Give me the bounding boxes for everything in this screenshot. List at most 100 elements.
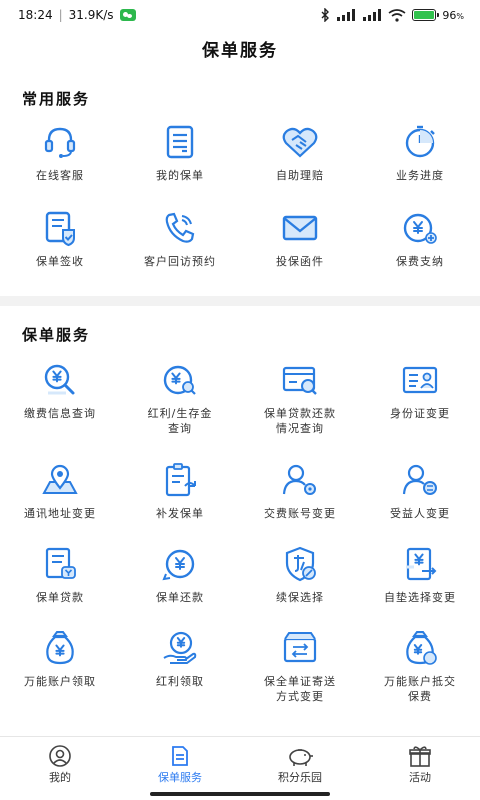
status-left: 18:24 | 31.9K/s <box>18 8 136 22</box>
mail-box-icon <box>283 632 317 663</box>
section-divider <box>0 296 480 306</box>
service-item[interactable]: 我的保单 <box>120 122 240 183</box>
reissue-document-icon <box>165 463 196 497</box>
battery-icon <box>412 9 440 21</box>
bluetooth-icon <box>321 8 330 22</box>
user-gear-icon <box>282 464 316 495</box>
service-item[interactable]: 保单还款 <box>120 544 240 605</box>
tab-mine[interactable]: 我的 <box>0 737 120 786</box>
yen-switch-icon <box>406 547 437 581</box>
phone-call-icon <box>165 212 195 243</box>
gift-icon <box>409 746 431 767</box>
yen-return-icon <box>162 549 195 581</box>
service-item[interactable]: 保全单证寄送 方式变更 <box>240 628 360 704</box>
id-card-icon <box>402 366 438 394</box>
renewal-shield-icon <box>285 546 316 582</box>
wifi-icon <box>388 8 406 22</box>
user-swap-icon <box>402 464 437 495</box>
policy-document-icon <box>166 125 194 159</box>
service-item-label: 保费支纳 <box>396 255 444 268</box>
service-item-label: 自垫选择变更 <box>384 591 456 604</box>
service-item[interactable]: 自助理赔 <box>240 122 360 183</box>
headset-icon <box>44 127 76 158</box>
service-item-label: 红利领取 <box>156 675 204 688</box>
service-item[interactable]: 通讯地址变更 <box>0 460 120 521</box>
section-title-policy: 保单服务 <box>22 326 91 344</box>
service-item-label: 缴费信息查询 <box>24 407 96 420</box>
service-item-label: 受益人变更 <box>390 507 450 520</box>
service-item[interactable]: 投保函件 <box>240 208 360 269</box>
service-item[interactable]: 交费账号变更 <box>240 460 360 521</box>
page-title: 保单服务 <box>202 41 278 61</box>
service-item[interactable]: 红利领取 <box>120 628 240 689</box>
service-item-label: 自助理赔 <box>276 169 324 182</box>
service-item[interactable]: 业务进度 <box>360 122 480 183</box>
service-item[interactable]: 万能账户领取 <box>0 628 120 689</box>
service-item-label: 保单贷款 <box>36 591 84 604</box>
wechat-notification-icon <box>119 9 136 21</box>
service-item-label: 保单贷款还款 情况查询 <box>264 407 336 435</box>
section-title-common: 常用服务 <box>22 90 91 108</box>
service-item-label: 业务进度 <box>396 169 444 182</box>
service-item-label: 投保函件 <box>276 255 324 268</box>
service-item[interactable]: 客户回访预约 <box>120 208 240 269</box>
money-bag-offset-icon <box>406 631 437 665</box>
battery-percent-unit: % <box>456 11 464 21</box>
yen-plus-icon <box>403 213 437 244</box>
card-search-icon <box>282 366 317 395</box>
profile-icon <box>49 745 71 767</box>
service-item-label: 通讯地址变更 <box>24 507 96 520</box>
piggy-bank-icon <box>289 749 313 766</box>
service-item[interactable]: 保费支纳 <box>360 208 480 269</box>
service-item[interactable]: 保单贷款 <box>0 544 120 605</box>
battery-percent: 96% <box>442 9 464 22</box>
envelope-icon <box>282 215 318 241</box>
policy-tab-icon <box>172 746 188 766</box>
service-item-label: 我的保单 <box>156 169 204 182</box>
status-bar: 18:24 | 31.9K/s 96% <box>0 0 480 30</box>
service-item-label: 保全单证寄送 方式变更 <box>264 675 336 703</box>
tab-label-mine: 我的 <box>49 771 71 784</box>
service-item[interactable]: 补发保单 <box>120 460 240 521</box>
service-item[interactable]: 保单签收 <box>0 208 120 269</box>
handshake-heart-icon <box>282 127 318 158</box>
yen-magnifier-icon <box>163 365 196 395</box>
service-item-label: 万能账户抵交 保费 <box>384 675 456 703</box>
signal-icon-1 <box>337 9 356 21</box>
service-item[interactable]: 缴费信息查询 <box>0 360 120 421</box>
loan-document-icon <box>45 547 76 579</box>
service-item-label: 客户回访预约 <box>144 255 216 268</box>
service-item-label: 万能账户领取 <box>24 675 96 688</box>
timer-icon <box>405 125 435 158</box>
status-time: 18:24 <box>18 8 53 22</box>
service-item-label: 红利/生存金 查询 <box>147 407 213 435</box>
service-item[interactable]: 保单贷款还款 情况查询 <box>240 360 360 436</box>
service-item[interactable]: 在线客服 <box>0 122 120 183</box>
battery-fill <box>414 11 435 19</box>
tab-points-park[interactable]: 积分乐园 <box>240 737 360 786</box>
tab-activity[interactable]: 活动 <box>360 737 480 786</box>
status-separator: | <box>58 8 63 22</box>
map-pin-icon <box>42 464 78 494</box>
tab-label-points-park: 积分乐园 <box>278 771 322 784</box>
battery-percent-value: 96 <box>442 8 457 22</box>
tab-policy-service[interactable]: 保单服务 <box>120 737 240 786</box>
service-item[interactable]: 红利/生存金 查询 <box>120 360 240 436</box>
yen-search-icon <box>44 364 75 395</box>
signed-policy-icon <box>45 211 75 247</box>
money-bag-icon <box>46 631 74 665</box>
service-item[interactable]: 受益人变更 <box>360 460 480 521</box>
network-speed: 31.9K/s <box>68 8 114 22</box>
service-item[interactable]: 续保选择 <box>240 544 360 605</box>
home-indicator <box>150 792 330 796</box>
service-item[interactable]: 身份证变更 <box>360 360 480 421</box>
service-item[interactable]: 万能账户抵交 保费 <box>360 628 480 704</box>
service-item-label: 在线客服 <box>36 169 84 182</box>
service-item-label: 续保选择 <box>276 591 324 604</box>
service-item-label: 保单还款 <box>156 591 204 604</box>
tab-label-activity: 活动 <box>409 771 431 784</box>
tab-label-policy-service: 保单服务 <box>158 771 202 784</box>
service-item-label: 补发保单 <box>156 507 204 520</box>
service-item[interactable]: 自垫选择变更 <box>360 544 480 605</box>
bottom-tab-bar: 我的 保单服务 积分乐园 活动 <box>0 736 480 786</box>
